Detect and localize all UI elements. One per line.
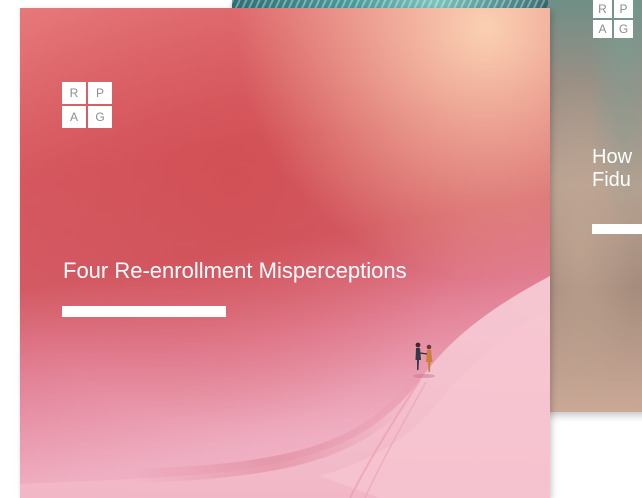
logo-letter-g: G bbox=[88, 106, 112, 128]
logo-letter-g: G bbox=[614, 20, 633, 38]
slide-title-line-2: Fidu bbox=[592, 169, 631, 191]
couple-walking-illustration bbox=[413, 342, 435, 378]
logo-letter-r: R bbox=[62, 82, 86, 104]
slide-card-main[interactable]: R P A G Four Re-enrollment Misperception… bbox=[20, 8, 550, 498]
logo-letter-r: R bbox=[593, 0, 612, 18]
title-underline-bar bbox=[592, 224, 642, 234]
logo-letter-a: A bbox=[593, 20, 612, 38]
title-underline-bar bbox=[62, 306, 226, 317]
logo-letter-p: P bbox=[614, 0, 633, 18]
rpag-logo: R P A G bbox=[62, 82, 112, 128]
slide-gallery: R P A G How Fidu R P A G Four Re-enrollm… bbox=[0, 0, 642, 498]
slide-title-line-1: How bbox=[592, 146, 633, 168]
slide-card-right[interactable]: R P A G How Fidu bbox=[548, 0, 642, 412]
logo-letter-p: P bbox=[88, 82, 112, 104]
slide-title: Four Re-enrollment Misperceptions bbox=[63, 258, 407, 283]
rpag-logo: R P A G bbox=[593, 0, 633, 38]
slide-title: How Fidu bbox=[592, 146, 632, 192]
logo-letter-a: A bbox=[62, 106, 86, 128]
